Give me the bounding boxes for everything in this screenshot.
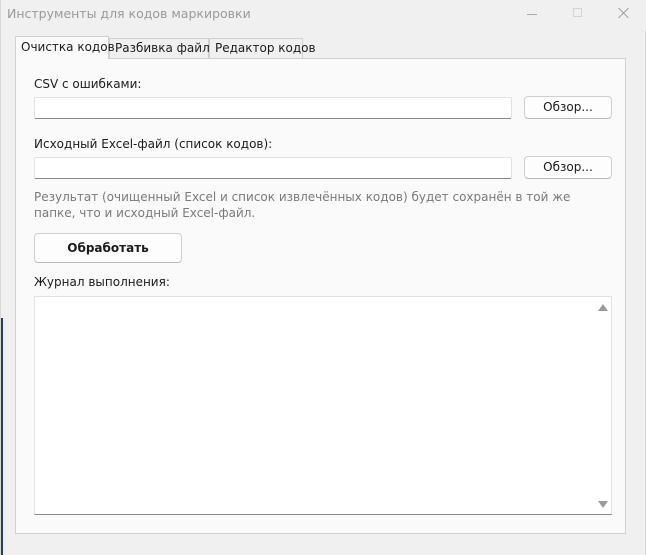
title-bar[interactable]: Инструменты для кодов маркировки bbox=[1, 0, 646, 30]
background-window-edge bbox=[1, 318, 3, 555]
log-label: Журнал выполнения: bbox=[34, 275, 170, 289]
close-button[interactable] bbox=[601, 0, 646, 30]
app-window: Инструменты для кодов маркировки Очистка… bbox=[0, 0, 646, 555]
process-button[interactable]: Обработать bbox=[34, 233, 182, 263]
close-icon bbox=[618, 7, 630, 19]
result-hint-text: Результат (очищенный Excel и список извл… bbox=[34, 190, 571, 220]
tab-file-split[interactable]: Разбивка файла bbox=[109, 38, 217, 58]
tab-code-cleanup[interactable]: Очистка кодов bbox=[15, 36, 115, 59]
minimize-icon bbox=[527, 14, 537, 15]
log-output[interactable] bbox=[34, 296, 612, 515]
window-title: Инструменты для кодов маркировки bbox=[7, 6, 251, 21]
maximize-button[interactable] bbox=[555, 0, 601, 30]
tab-code-editor[interactable]: Редактор кодов bbox=[209, 38, 316, 58]
source-excel-label: Исходный Excel-файл (список кодов): bbox=[34, 137, 273, 151]
minimize-button[interactable] bbox=[509, 0, 555, 30]
log-scrollbar[interactable] bbox=[594, 297, 611, 514]
browse-csv-button[interactable]: Обзор... bbox=[524, 96, 612, 119]
tab-panel-code-cleanup: CSV с ошибками: Обзор... Исходный Excel-… bbox=[15, 58, 626, 534]
scroll-down-icon[interactable] bbox=[598, 501, 608, 508]
csv-errors-input[interactable] bbox=[34, 97, 512, 119]
browse-excel-button[interactable]: Обзор... bbox=[524, 156, 612, 179]
scroll-up-icon[interactable] bbox=[598, 304, 608, 311]
maximize-icon bbox=[573, 8, 582, 17]
csv-errors-label: CSV с ошибками: bbox=[34, 77, 142, 91]
source-excel-input[interactable] bbox=[34, 157, 512, 179]
